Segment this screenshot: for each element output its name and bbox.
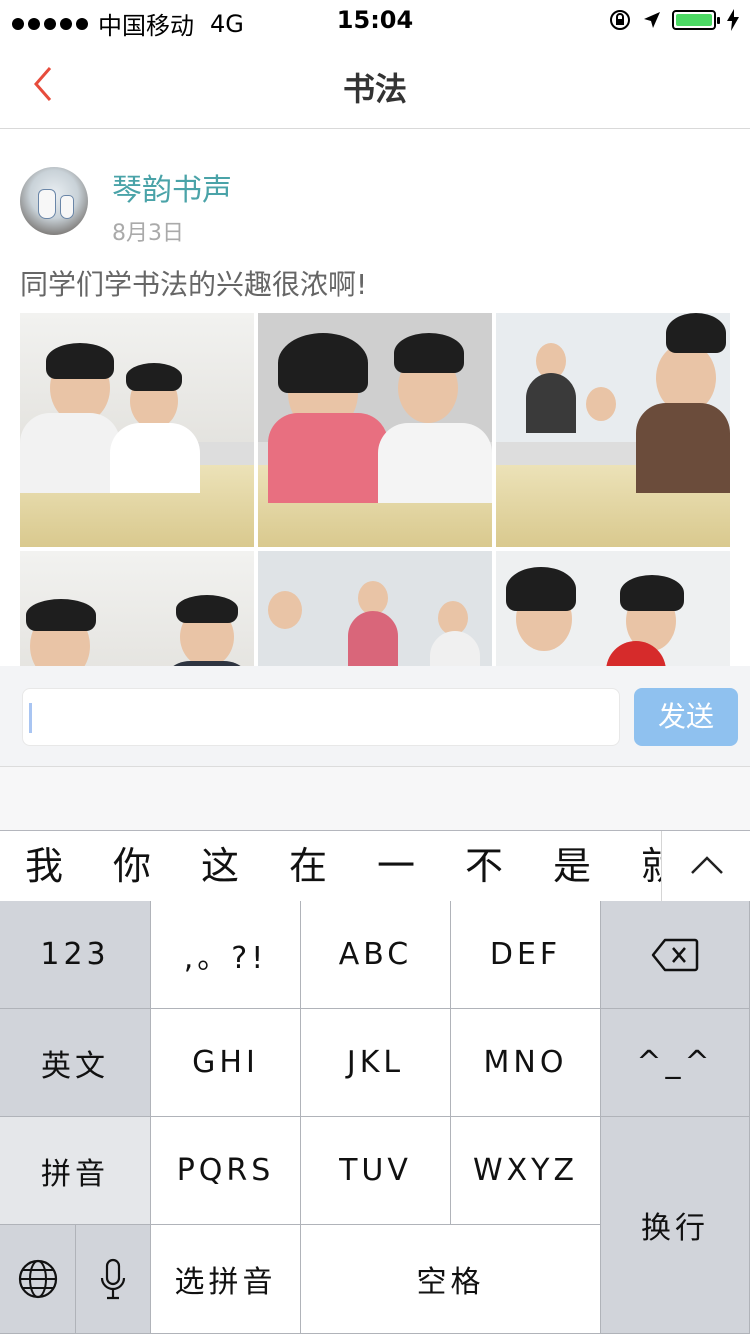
navigation-bar: 书法 — [0, 40, 750, 129]
battery-icon — [672, 10, 720, 30]
expand-candidates-button[interactable] — [661, 831, 750, 902]
globe-key[interactable] — [0, 1225, 76, 1334]
photo-thumbnail[interactable] — [258, 551, 492, 666]
backspace-icon — [651, 938, 699, 971]
comment-input[interactable] — [22, 688, 620, 746]
candidate-word[interactable]: 一 — [352, 831, 440, 902]
key-punctuation[interactable]: ,。?! — [151, 901, 301, 1009]
photo-thumbnail[interactable] — [496, 313, 730, 547]
orientation-lock-icon — [610, 10, 630, 30]
key-pqrs[interactable]: PQRS — [151, 1117, 301, 1225]
photo-thumbnail[interactable] — [20, 313, 254, 547]
candidate-word[interactable]: 在 — [264, 831, 352, 902]
key-select-pinyin[interactable]: 选拼音 — [151, 1225, 301, 1334]
backspace-key[interactable] — [601, 901, 750, 1009]
photo-thumbnail[interactable] — [496, 551, 730, 666]
keyboard-spacer — [0, 767, 750, 830]
candidate-word[interactable]: 不 — [440, 831, 528, 902]
microphone-icon — [100, 1258, 126, 1300]
globe-icon — [18, 1259, 57, 1299]
microphone-key[interactable] — [76, 1225, 151, 1334]
candidate-word[interactable]: 我 — [0, 831, 88, 902]
comment-composer: 发送 — [0, 666, 750, 767]
key-abc[interactable]: ABC — [301, 901, 451, 1009]
candidate-bar: 我 你 这 在 一 不 是 就 — [0, 830, 750, 902]
key-tuv[interactable]: TUV — [301, 1117, 451, 1225]
chevron-up-icon — [691, 856, 723, 874]
key-newline[interactable]: 换行 — [601, 1117, 750, 1334]
post-card: 琴韵书声 8月3日 同学们学书法的兴趣很浓啊! — [0, 129, 750, 666]
post-date: 8月3日 — [112, 221, 184, 246]
page-title: 书法 — [342, 70, 407, 108]
send-button[interactable]: 发送 — [634, 688, 738, 746]
key-wxyz[interactable]: WXYZ — [451, 1117, 601, 1225]
key-jkl[interactable]: JKL — [301, 1009, 451, 1117]
candidate-word[interactable]: 你 — [88, 831, 176, 902]
key-english[interactable]: 英文 — [0, 1009, 151, 1117]
photo-grid — [20, 313, 732, 666]
status-bar: 中国移动 4G 15:04 — [0, 0, 750, 40]
key-def[interactable]: DEF — [451, 901, 601, 1009]
space-key[interactable]: 空格 — [301, 1225, 601, 1334]
candidate-word[interactable]: 这 — [176, 831, 264, 902]
text-caret — [29, 703, 32, 733]
location-arrow-icon — [644, 12, 660, 28]
key-emoticon[interactable]: ^_^ — [601, 1009, 750, 1117]
photo-thumbnail[interactable] — [258, 313, 492, 547]
photo-thumbnail[interactable] — [20, 551, 254, 666]
key-ghi[interactable]: GHI — [151, 1009, 301, 1117]
key-mno[interactable]: MNO — [451, 1009, 601, 1117]
author-name[interactable]: 琴韵书声 — [112, 165, 232, 209]
candidate-word[interactable]: 是 — [528, 831, 616, 902]
keyboard: 123 ,。?! ABC DEF 英文 GHI JKL MNO ^_^ 拼音 P… — [0, 901, 750, 1334]
post-text: 同学们学书法的兴趣很浓啊! — [20, 268, 368, 301]
key-123[interactable]: 123 — [0, 901, 151, 1009]
charging-bolt-icon — [727, 9, 739, 31]
avatar[interactable] — [20, 167, 88, 235]
key-pinyin[interactable]: 拼音 — [0, 1117, 151, 1225]
